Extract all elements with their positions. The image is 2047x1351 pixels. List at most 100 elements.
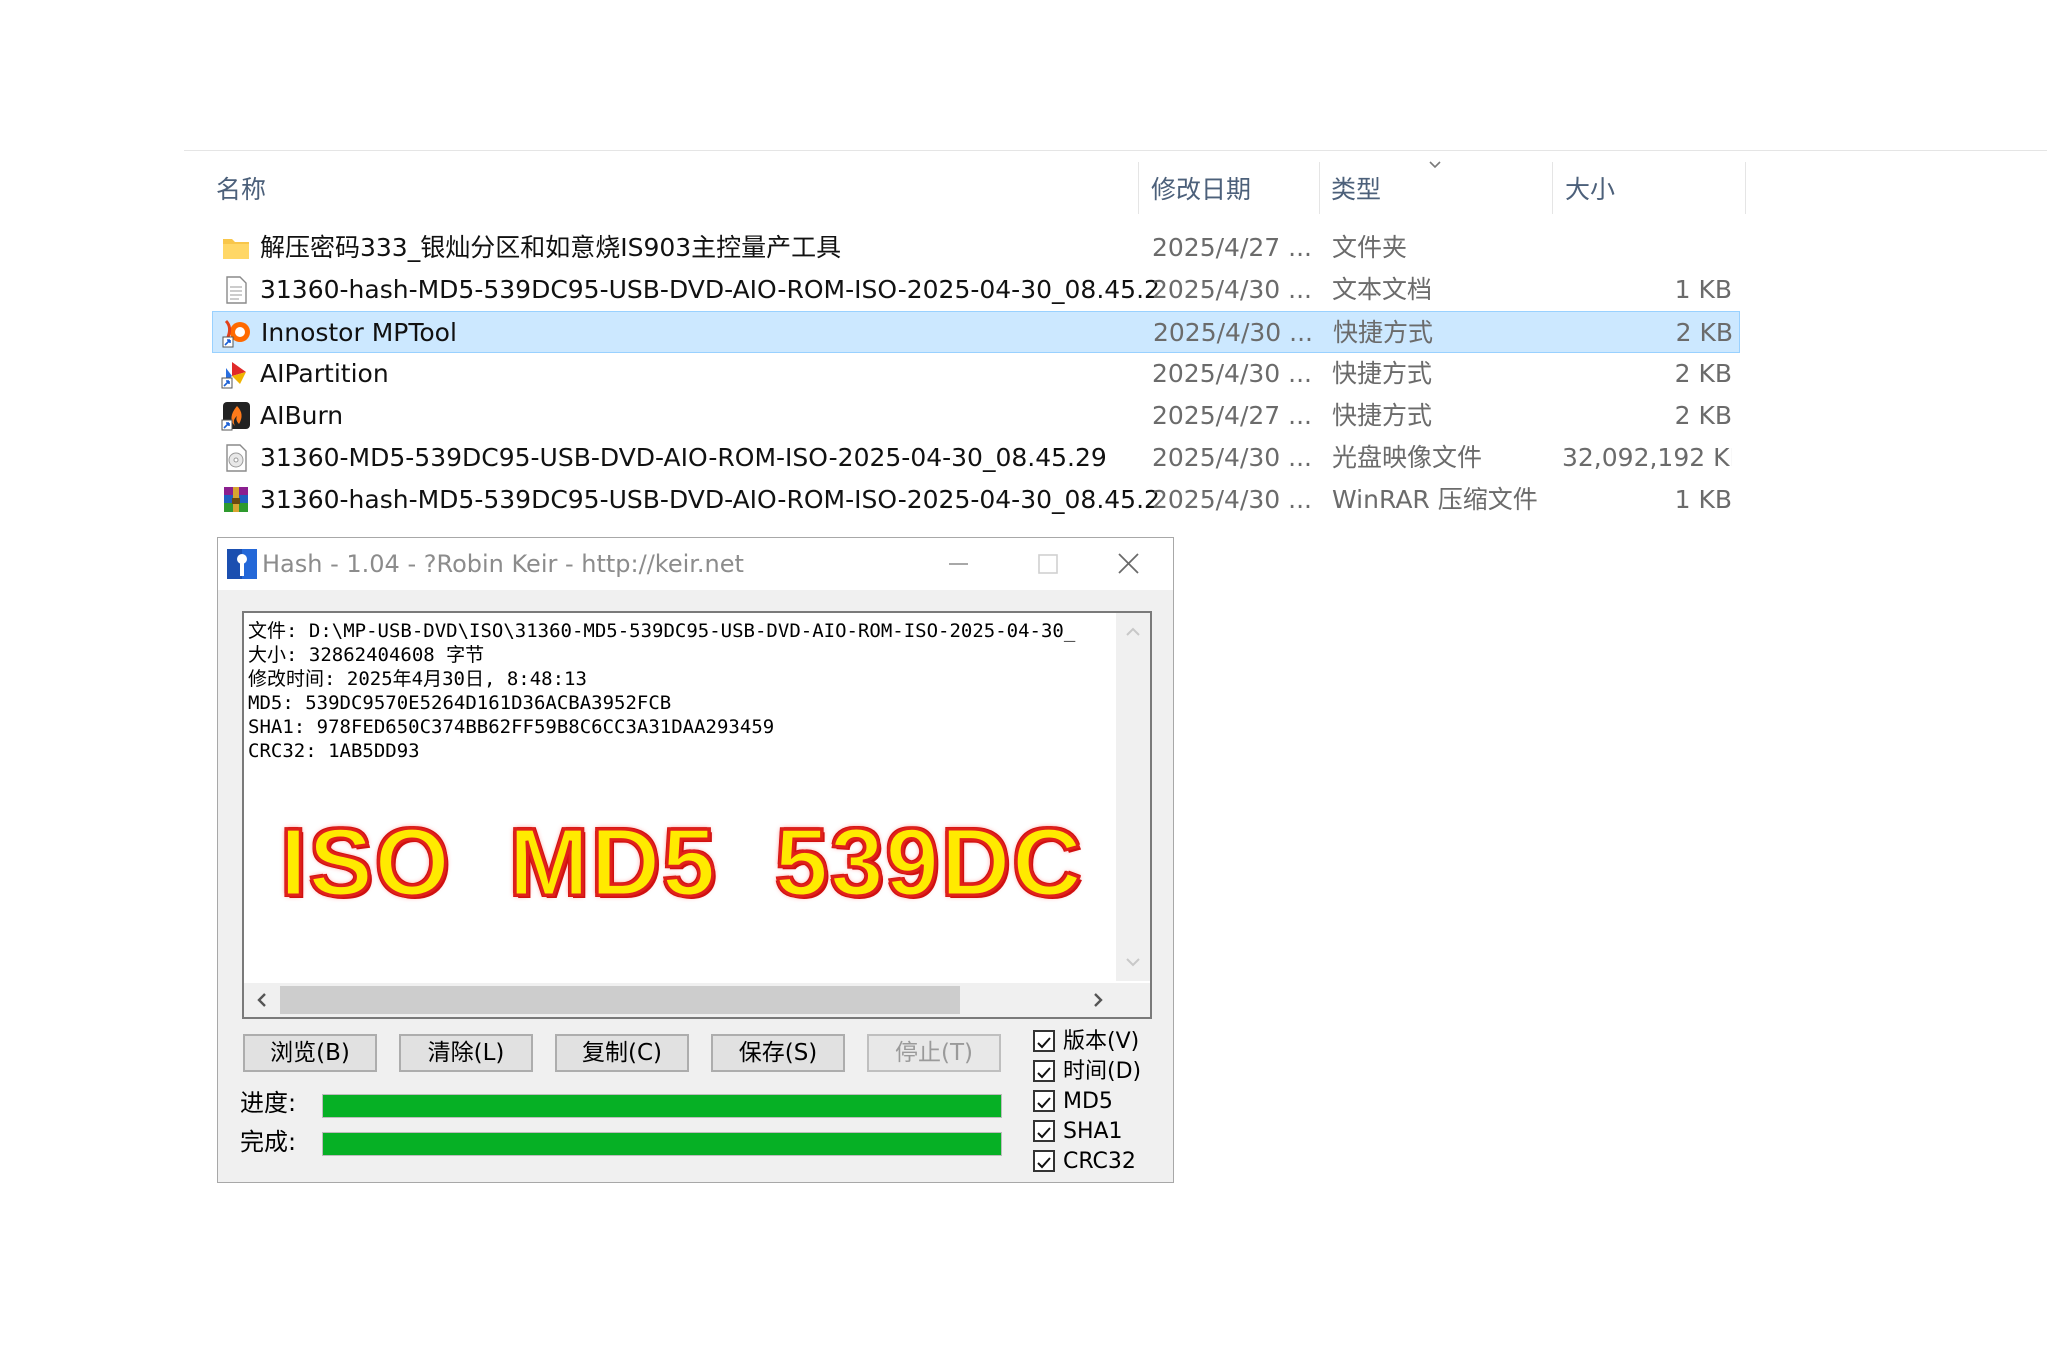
scroll-corner [1116,983,1150,1017]
file-name: 31360-MD5-539DC95-USB-DVD-AIO-ROM-ISO-20… [260,443,1107,472]
file-date: 2025/4/30 ... [1152,443,1312,472]
option-label: MD5 [1063,1089,1113,1114]
file-type: 光盘映像文件 [1332,443,1483,472]
file-size: 1 KB [1674,275,1732,304]
file-type: 快捷方式 [1332,401,1433,430]
file-date: 2025/4/30 ... [1152,485,1312,514]
file-name: AIBurn [260,401,344,430]
checkbox-box[interactable] [1033,1030,1055,1052]
column-header-date[interactable]: 修改日期 [1151,165,1251,215]
file-name: 31360-hash-MD5-539DC95-USB-DVD-AIO-ROM-I… [260,485,1160,514]
aiburn-shortcut-icon [221,402,250,431]
file-size: 1 KB [1674,485,1732,514]
checkmark-icon [1037,1037,1051,1049]
column-header-type[interactable]: 类型 [1331,165,1381,215]
file-name: Innostor MPTool [261,318,457,347]
checkbox-box[interactable] [1033,1150,1055,1172]
column-separator[interactable] [1138,162,1139,214]
file-date: 2025/4/27 ... [1152,233,1312,262]
result-time-line: 修改时间: 2025年4月30日, 8:48:13 [248,668,587,690]
file-row[interactable]: 解压密码333_银灿分区和如意烧IS903主控量产工具 2025/4/27 ..… [212,227,1740,269]
minimize-icon [949,563,968,565]
file-type: 快捷方式 [1333,318,1434,347]
column-separator[interactable] [1319,162,1320,214]
complete-bar [322,1132,1002,1156]
folder-icon [223,239,249,259]
file-type: 文本文档 [1332,275,1433,304]
stop-button[interactable]: 停止(T) [867,1034,1001,1072]
save-button[interactable]: 保存(S) [711,1034,845,1072]
file-row[interactable]: 31360-hash-MD5-539DC95-USB-DVD-AIO-ROM-I… [212,479,1740,521]
file-size: 2 KB [1675,318,1733,347]
vertical-scrollbar[interactable] [1116,613,1150,981]
complete-bar-fill [323,1133,1001,1155]
maximize-button[interactable] [1003,538,1093,590]
horizontal-scroll-thumb[interactable] [280,986,960,1014]
file-type: WinRAR 压缩文件 [1332,485,1538,514]
option-label: CRC32 [1063,1149,1136,1174]
option-label: SHA1 [1063,1119,1123,1144]
file-name: 解压密码333_银灿分区和如意烧IS903主控量产工具 [260,233,842,262]
progress-bar [322,1094,1002,1118]
result-file-line: 文件: D:\MP-USB-DVD\ISO\31360-MD5-539DC95-… [248,620,1076,642]
browse-button[interactable]: 浏览(B) [243,1034,377,1072]
checkbox-box[interactable] [1033,1060,1055,1082]
close-icon [1118,553,1139,574]
innostor-shortcut-icon [222,319,250,348]
file-date: 2025/4/30 ... [1153,318,1313,347]
file-size: 32,092,192 KB [1562,443,1732,472]
file-row-selected[interactable]: Innostor MPTool 2025/4/30 ... 快捷方式 2 KB [212,311,1740,353]
result-crc32-line: CRC32: 1AB5DD93 [248,740,420,762]
file-date: 2025/4/27 ... [1152,401,1312,430]
horizontal-scrollbar[interactable] [244,983,1116,1017]
result-size-line: 大小: 32862404608 字节 [248,644,485,666]
checkmark-icon [1037,1127,1051,1139]
file-size: 2 KB [1674,401,1732,430]
sort-chevron-down-icon [1429,161,1441,169]
hash-results-text[interactable]: 文件: D:\MP-USB-DVD\ISO\31360-MD5-539DC95-… [248,619,1118,763]
file-explorer-list: 名称 修改日期 类型 大小 解压密码333_银灿分区和如意烧IS903主控量产工… [0,0,2047,530]
column-header-size[interactable]: 大小 [1565,165,1615,215]
minimize-button[interactable] [913,538,1003,590]
result-sha1-line: SHA1: 978FED650C374BB62FF59B8C6CC3A31DAA… [248,716,775,738]
file-date: 2025/4/30 ... [1152,275,1312,304]
progress-bar-fill [323,1095,1001,1117]
file-type: 文件夹 [1332,233,1408,262]
hash-app-icon [227,549,257,579]
checkmark-icon [1037,1067,1051,1079]
scroll-right-arrow-icon[interactable] [1080,983,1116,1017]
aipartition-shortcut-icon [221,362,246,389]
file-row[interactable]: 31360-hash-MD5-539DC95-USB-DVD-AIO-ROM-I… [212,269,1740,311]
hash-window: Hash - 1.04 - ?Robin Keir - http://keir.… [217,537,1174,1183]
window-title: Hash - 1.04 - ?Robin Keir - http://keir.… [262,550,744,578]
scroll-left-arrow-icon[interactable] [244,983,280,1017]
disc-image-icon [226,444,247,472]
title-bar[interactable]: Hash - 1.04 - ?Robin Keir - http://keir.… [218,538,1173,590]
option-label: 版本(V) [1063,1029,1140,1054]
progress-label: 进度: [240,1089,297,1117]
file-name: AIPartition [260,359,389,388]
file-row[interactable]: AIPartition 2025/4/30 ... 快捷方式 2 KB [212,353,1740,395]
file-size [1562,227,1732,269]
close-button[interactable] [1083,538,1173,590]
file-row[interactable]: AIBurn 2025/4/27 ... 快捷方式 2 KB [212,395,1740,437]
column-header-name[interactable]: 名称 [216,165,266,215]
text-document-icon [226,276,247,304]
complete-label: 完成: [240,1128,297,1156]
scroll-arrows-vertical [1126,627,1140,967]
column-separator[interactable] [1745,162,1746,214]
winrar-archive-icon [224,487,248,512]
maximize-icon [1038,554,1058,574]
checkbox-box[interactable] [1033,1090,1055,1112]
copy-button[interactable]: 复制(C) [555,1034,689,1072]
md5-overlay-banner: ISO MD5 539DC [279,808,1084,918]
column-separator[interactable] [1552,162,1553,214]
checkmark-icon [1037,1157,1051,1169]
checkbox-box[interactable] [1033,1120,1055,1142]
checkmark-icon [1037,1097,1051,1109]
clear-button[interactable]: 清除(L) [399,1034,533,1072]
result-md5-line: MD5: 539DC9570E5264D161D36ACBA3952FCB [248,692,672,714]
file-row[interactable]: 31360-MD5-539DC95-USB-DVD-AIO-ROM-ISO-20… [212,437,1740,479]
option-label: 时间(D) [1063,1059,1142,1084]
hash-results-box[interactable]: 文件: D:\MP-USB-DVD\ISO\31360-MD5-539DC95-… [242,611,1152,1019]
